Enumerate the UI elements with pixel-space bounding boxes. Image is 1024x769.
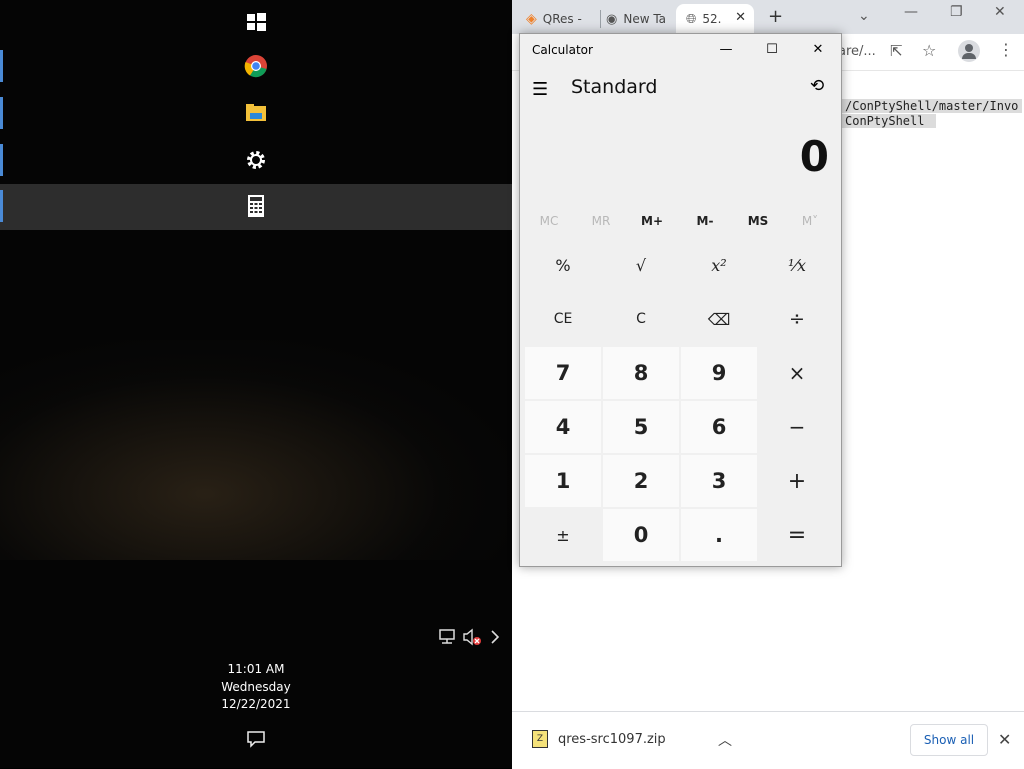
file-explorer-icon — [246, 104, 266, 121]
clock-time[interactable]: 11:01 AM — [200, 662, 312, 676]
sidebar-item-chrome[interactable] — [0, 44, 512, 88]
hamburger-menu-icon[interactable]: ☰ — [532, 79, 548, 100]
square-root-button[interactable]: √ — [603, 239, 679, 291]
memory-add-button[interactable]: M+ — [632, 214, 672, 228]
page-text-line: /ConPtyShell/master/Invo — [841, 99, 1023, 113]
digit-0-button[interactable]: 0 — [603, 509, 679, 561]
menu-kebab-icon[interactable]: ⋮ — [998, 40, 1014, 59]
subtract-button[interactable]: − — [759, 401, 835, 453]
download-item[interactable]: Z qres-src1097.zip — [532, 730, 666, 748]
digit-7-button[interactable]: 7 — [525, 347, 601, 399]
digit-4-button[interactable]: 4 — [525, 401, 601, 453]
globe-icon: 🌐︎ — [686, 11, 697, 27]
add-button[interactable]: + — [759, 455, 835, 507]
memory-recall-button[interactable]: MR — [581, 214, 621, 228]
tab-label: 52. — [702, 12, 722, 26]
digit-5-button[interactable]: 5 — [603, 401, 679, 453]
calculator-title: Calculator — [532, 43, 593, 57]
digit-9-button[interactable]: 9 — [681, 347, 757, 399]
tab-label: QRes - — [542, 12, 582, 26]
address-bar[interactable]: are/... — [838, 44, 876, 59]
decimal-button[interactable]: . — [681, 509, 757, 561]
clock-date[interactable]: 12/22/2021 — [200, 697, 312, 711]
digit-6-button[interactable]: 6 — [681, 401, 757, 453]
action-center-icon[interactable] — [246, 730, 266, 748]
backspace-button[interactable]: ⌫ — [681, 293, 757, 345]
download-bar: Z qres-src1097.zip ︿ Show all ✕ — [512, 711, 1024, 769]
start-panel: 11:01 AM Wednesday 12/22/2021 — [0, 0, 512, 768]
restore-icon[interactable]: ❐ — [950, 4, 963, 20]
calculator-icon — [248, 195, 264, 217]
volume-muted-icon[interactable] — [462, 628, 482, 646]
network-icon[interactable] — [438, 628, 456, 646]
digit-8-button[interactable]: 8 — [603, 347, 679, 399]
memory-subtract-button[interactable]: M- — [685, 214, 725, 228]
settings-gear-icon — [247, 151, 265, 169]
bookmark-star-icon[interactable]: ☆ — [922, 41, 936, 60]
tab-strip: ◈ QRes - ◉ New Ta 🌐︎ 52. ✕ + ⌄ — ❐ ✕ — [512, 0, 1024, 34]
download-file-name: qres-src1097.zip — [558, 731, 666, 747]
digit-2-button[interactable]: 2 — [603, 455, 679, 507]
maximize-icon[interactable]: ☐ — [762, 40, 782, 60]
reciprocal-button[interactable]: ¹⁄x — [759, 239, 835, 291]
sidebar-item-windows[interactable] — [0, 0, 512, 44]
square-button[interactable]: x² — [681, 239, 757, 291]
minimize-icon[interactable]: — — [904, 4, 918, 20]
calculator-titlebar[interactable]: Calculator — ☐ ✕ — [520, 34, 841, 66]
profile-avatar-icon[interactable] — [958, 40, 980, 62]
digit-3-button[interactable]: 3 — [681, 455, 757, 507]
tab-search-chevron-icon[interactable]: ⌄ — [858, 8, 870, 24]
zip-file-icon: Z — [532, 730, 548, 748]
close-download-bar-icon[interactable]: ✕ — [998, 730, 1011, 749]
qres-icon: ◈ — [526, 11, 537, 27]
chrome-icon: ◉ — [606, 11, 618, 27]
sidebar-item-calculator[interactable] — [0, 184, 512, 230]
memory-list-button[interactable]: M˅ — [790, 214, 830, 228]
memory-store-button[interactable]: MS — [738, 214, 778, 228]
clear-button[interactable]: C — [603, 293, 679, 345]
share-icon[interactable]: ⇱ — [890, 42, 903, 60]
history-icon[interactable]: ⟲ — [810, 76, 824, 96]
page-text-line: ConPtyShell — [841, 114, 936, 128]
clock-day[interactable]: Wednesday — [200, 680, 312, 694]
close-tab-icon[interactable]: ✕ — [735, 10, 746, 25]
chevron-right-icon[interactable] — [488, 628, 502, 646]
calculator-mode: Standard — [571, 76, 658, 98]
chevron-up-icon[interactable]: ︿ — [718, 730, 732, 750]
tab-label: New Ta — [623, 12, 667, 26]
new-tab-button[interactable]: + — [768, 6, 783, 27]
minimize-icon[interactable]: — — [716, 40, 736, 60]
digit-1-button[interactable]: 1 — [525, 455, 601, 507]
background-silhouette — [0, 340, 512, 560]
sidebar-item-settings[interactable] — [0, 138, 512, 182]
close-window-icon[interactable]: ✕ — [994, 4, 1006, 20]
calculator-display: 0 — [799, 132, 829, 181]
sidebar-item-file-explorer[interactable] — [0, 91, 512, 135]
tab-new-tab[interactable]: ◉ New Ta — [596, 4, 672, 34]
multiply-button[interactable]: × — [759, 347, 835, 399]
close-icon[interactable]: ✕ — [808, 40, 828, 60]
tab-qres[interactable]: ◈ QRes - — [516, 4, 600, 34]
show-all-button[interactable]: Show all — [910, 724, 988, 756]
tab-active-52[interactable]: 🌐︎ 52. ✕ — [676, 4, 754, 34]
memory-clear-button[interactable]: MC — [529, 214, 569, 228]
chrome-icon — [244, 55, 267, 78]
clear-entry-button[interactable]: CE — [525, 293, 601, 345]
divide-button[interactable]: ÷ — [759, 293, 835, 345]
percent-button[interactable]: % — [525, 239, 601, 291]
negate-button[interactable]: ± — [525, 509, 601, 561]
equals-button[interactable]: = — [759, 509, 835, 561]
windows-icon — [247, 13, 266, 31]
calculator-window: Calculator — ☐ ✕ ☰ Standard ⟲ 0 MC MR M+… — [519, 33, 842, 567]
